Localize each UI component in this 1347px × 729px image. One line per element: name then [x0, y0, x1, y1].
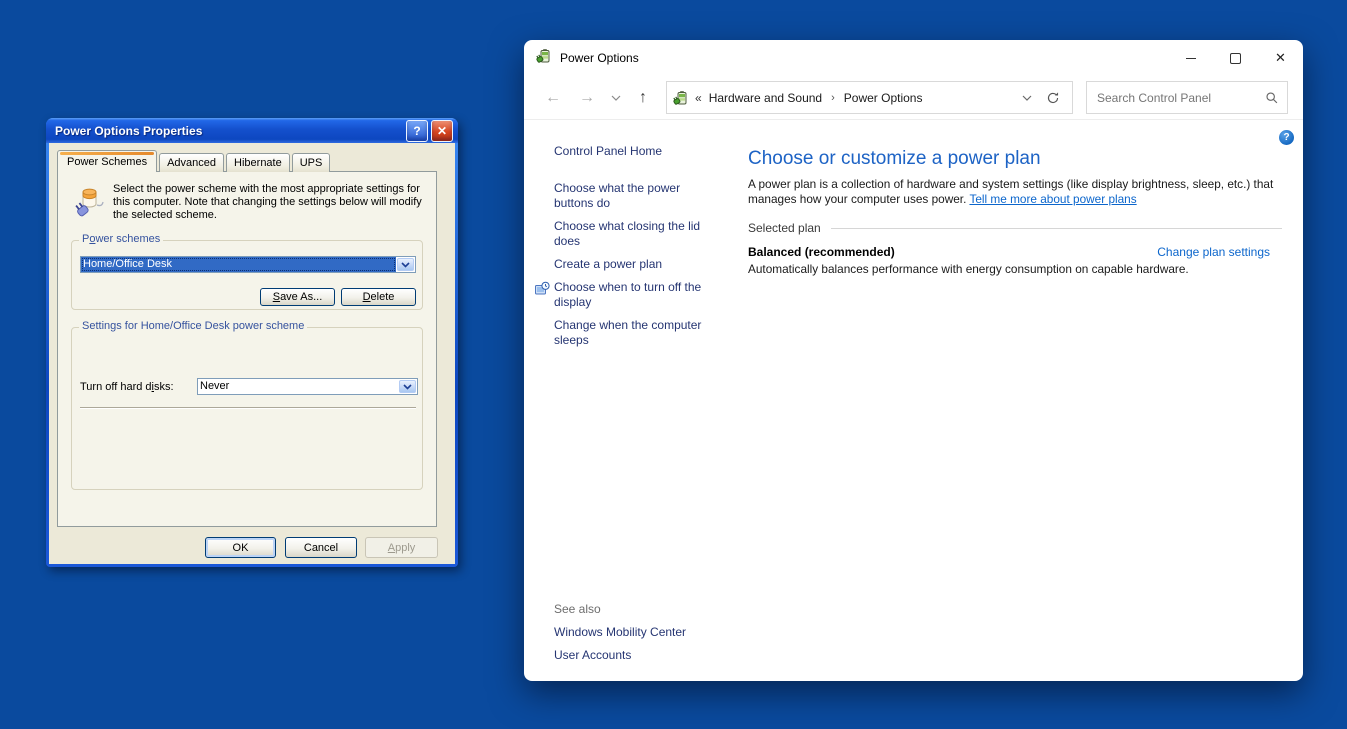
refresh-icon[interactable]: [1038, 91, 1066, 105]
plan-name: Balanced (recommended): [748, 245, 895, 259]
address-dropdown-chevron-icon[interactable]: [1016, 95, 1038, 101]
delete-label: elete: [371, 291, 395, 303]
icon-slot: [534, 181, 554, 211]
power-options-icon: [536, 48, 552, 69]
turn-off-hard-disks-select[interactable]: Never: [197, 378, 418, 395]
caption-post: wer schemes: [95, 233, 160, 245]
dialog-close-button[interactable]: ✕: [431, 120, 453, 142]
tab-ups[interactable]: UPS: [292, 153, 331, 172]
forward-button[interactable]: →: [570, 83, 604, 113]
sidebar-item-power-buttons[interactable]: Choose what the power buttons do: [534, 181, 739, 211]
save-as-label: ave As...: [280, 291, 322, 303]
power-options-window: Power Options ✕ ← → ↑: [524, 40, 1303, 681]
scheme-settings-group: Settings for Home/Office Desk power sche…: [71, 327, 423, 490]
icon-slot: [534, 219, 554, 249]
scheme-settings-group-caption: Settings for Home/Office Desk power sche…: [79, 320, 307, 332]
power-scheme-battery-icon: [72, 185, 106, 224]
display-clock-icon: [534, 280, 554, 310]
ok-button[interactable]: OK: [205, 537, 276, 558]
minimize-button[interactable]: [1168, 40, 1213, 76]
sidebar-item-create-power-plan[interactable]: Create a power plan: [534, 257, 739, 272]
search-box: [1086, 81, 1288, 114]
power-scheme-selected-value: Home/Office Desk: [81, 257, 396, 272]
sleep-icon: [534, 318, 554, 348]
search-input[interactable]: [1095, 90, 1265, 106]
power-scheme-select[interactable]: Home/Office Desk: [80, 256, 416, 273]
power-schemes-tab-page: Select the power scheme with the most ap…: [57, 171, 437, 527]
sidebar-item-label: Choose what closing the lid does: [554, 219, 712, 249]
page-title: Choose or customize a power plan: [748, 148, 1296, 170]
back-button[interactable]: ←: [536, 83, 570, 113]
power-options-properties-dialog: Power Options Properties ? ✕ Power Schem…: [46, 118, 458, 567]
apply-accesskey: A: [388, 542, 395, 554]
dialog-help-button[interactable]: ?: [406, 120, 428, 142]
sidebar-item-label: Create a power plan: [554, 257, 712, 272]
recent-locations-chevron[interactable]: [604, 83, 628, 113]
sidebar-item-label: Choose when to turn off the display: [554, 280, 712, 310]
save-as-button[interactable]: Save As...: [260, 288, 335, 306]
address-bar[interactable]: « Hardware and Sound › Power Options: [666, 81, 1073, 114]
section-divider: [831, 228, 1282, 229]
navigation-toolbar: ← → ↑: [524, 76, 1303, 120]
sidebar-item-turn-off-display[interactable]: Choose when to turn off the display: [534, 280, 739, 310]
tell-me-more-link[interactable]: Tell me more about power plans: [969, 192, 1136, 206]
xp-dialog-body: Power Schemes Advanced Hibernate UPS: [49, 143, 455, 564]
turn-off-hard-disks-label: Turn off hard disks:: [80, 381, 174, 393]
xp-dialog-titlebar: Power Options Properties ? ✕: [46, 118, 458, 143]
user-accounts-link[interactable]: User Accounts: [554, 648, 686, 662]
selected-plan-section: Selected plan: [748, 221, 1296, 235]
sidebar-item-computer-sleeps[interactable]: Change when the computer sleeps: [534, 318, 739, 348]
control-panel-sidebar: Control Panel Home Choose what the power…: [534, 140, 739, 356]
turn-off-hard-disks-value: Never: [198, 379, 398, 394]
sidebar-item-closing-lid[interactable]: Choose what closing the lid does: [534, 219, 739, 249]
change-plan-settings-link[interactable]: Change plan settings: [1157, 245, 1270, 259]
see-also-label: See also: [554, 602, 686, 616]
label-pre: Turn off hard d: [80, 381, 152, 393]
tab-power-schemes[interactable]: Power Schemes: [57, 150, 157, 172]
settings-separator: [80, 407, 416, 409]
main-content: Choose or customize a power plan A power…: [748, 140, 1296, 276]
icon-slot: [534, 257, 554, 272]
power-schemes-group: Power schemes Home/Office Desk Save As..…: [71, 240, 423, 310]
up-button[interactable]: ↑: [628, 83, 658, 113]
delete-accesskey: D: [363, 291, 371, 303]
breadcrumb-overflow-chevrons[interactable]: «: [695, 91, 702, 105]
tab-description: Select the power scheme with the most ap…: [113, 183, 427, 222]
apply-button[interactable]: Apply: [365, 537, 438, 558]
tab-advanced[interactable]: Advanced: [159, 153, 224, 172]
breadcrumb-hardware-and-sound[interactable]: Hardware and Sound: [709, 91, 822, 105]
sidebar-item-label: Control Panel Home: [554, 144, 712, 159]
intro-paragraph: A power plan is a collection of hardware…: [748, 177, 1296, 207]
minimize-icon: [1186, 58, 1196, 59]
breadcrumb-power-options[interactable]: Power Options: [844, 91, 923, 105]
power-schemes-group-caption: Power schemes: [79, 233, 163, 245]
tab-hibernate[interactable]: Hibernate: [226, 153, 290, 172]
close-button[interactable]: ✕: [1258, 40, 1303, 76]
maximize-button[interactable]: [1213, 40, 1258, 76]
apply-label: pply: [395, 542, 415, 554]
maximize-icon: [1230, 53, 1241, 64]
plan-description: Automatically balances performance with …: [748, 262, 1296, 276]
window-title: Power Options: [560, 51, 1168, 65]
label-post: sks:: [154, 381, 174, 393]
icon-slot: [534, 144, 554, 159]
chevron-down-icon[interactable]: [397, 258, 414, 271]
search-icon: [1265, 91, 1279, 105]
breadcrumb-separator: ›: [831, 92, 835, 104]
window-titlebar: Power Options ✕: [524, 40, 1303, 76]
save-as-accesskey: S: [273, 291, 280, 303]
sidebar-item-control-panel-home[interactable]: Control Panel Home: [534, 144, 739, 159]
xp-dialog-title: Power Options Properties: [51, 124, 403, 138]
power-options-icon-small: [673, 90, 689, 106]
sidebar-item-label: Choose what the power buttons do: [554, 181, 712, 211]
chevron-down-icon[interactable]: [399, 380, 416, 393]
tab-strip: Power Schemes Advanced Hibernate UPS: [57, 152, 332, 172]
selected-plan-label: Selected plan: [748, 221, 821, 235]
plan-row: Balanced (recommended) Change plan setti…: [748, 245, 1296, 259]
delete-button[interactable]: Delete: [341, 288, 416, 306]
sidebar-item-label: Change when the computer sleeps: [554, 318, 712, 348]
see-also-section: See also Windows Mobility Center User Ac…: [554, 596, 686, 662]
windows-mobility-center-link[interactable]: Windows Mobility Center: [554, 625, 686, 639]
cancel-button[interactable]: Cancel: [285, 537, 357, 558]
